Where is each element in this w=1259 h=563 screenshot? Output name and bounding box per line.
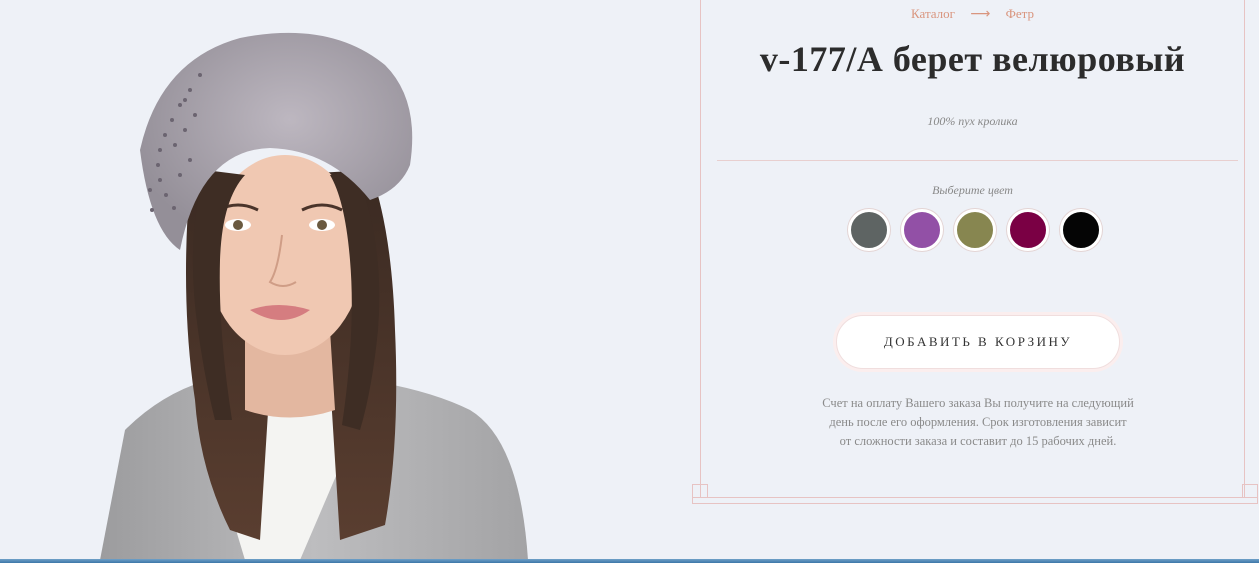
frame-corner-left xyxy=(692,484,708,498)
divider xyxy=(717,160,1238,161)
order-note-line: от сложности заказа и составит до 15 раб… xyxy=(839,434,1117,448)
color-swatch-4[interactable] xyxy=(1007,209,1049,251)
arrow-right-icon: ⟶ xyxy=(970,6,991,22)
order-note-line: Счет на оплату Вашего заказа Вы получите… xyxy=(822,396,1134,410)
frame-outline xyxy=(692,484,1258,504)
product-material: 100% пух кролика xyxy=(927,114,1018,128)
color-swatch-3[interactable] xyxy=(954,209,996,251)
color-swatch-2[interactable] xyxy=(901,209,943,251)
choose-color-label: Выберите цвет xyxy=(932,183,1013,197)
color-swatch-1[interactable] xyxy=(848,209,890,251)
color-swatches xyxy=(848,209,1102,251)
color-swatch-5[interactable] xyxy=(1060,209,1102,251)
breadcrumb: Каталог ⟶ Фетр xyxy=(700,6,1245,22)
product-photo xyxy=(0,0,680,560)
add-to-cart-button[interactable]: ДОБАВИТЬ В КОРЗИНУ xyxy=(836,315,1120,369)
breadcrumb-catalog-link[interactable]: Каталог xyxy=(911,6,955,21)
order-note: Счет на оплату Вашего заказа Вы получите… xyxy=(800,394,1156,451)
breadcrumb-felt-link[interactable]: Фетр xyxy=(1006,6,1034,21)
bottom-edge-bar xyxy=(0,559,1259,563)
order-note-line: день после его оформления. Срок изготовл… xyxy=(829,415,1127,429)
product-title: v-177/А берет велюровый xyxy=(759,39,1186,79)
frame-corner-right xyxy=(1242,484,1258,498)
